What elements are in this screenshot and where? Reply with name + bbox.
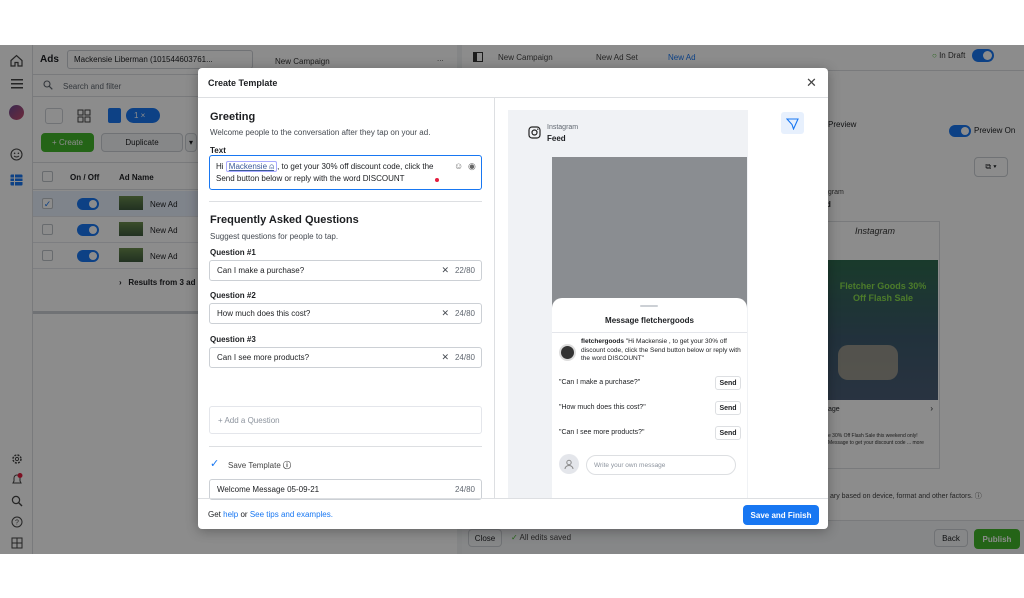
modal-title: Create Template [208, 78, 278, 88]
help-link[interactable]: help [223, 510, 238, 519]
get-label: Get [208, 510, 224, 519]
greeting-rest: , to get your 30% off discount code, cli… [277, 162, 434, 171]
send-filter-icon [786, 117, 799, 130]
send-label: Send [719, 404, 737, 412]
template-name-input[interactable]: Welcome Message 05-09-21 24/80 [209, 479, 482, 500]
name-token-label: Mackensie [228, 162, 268, 171]
template-form: Greeting Welcome people to the conversat… [198, 98, 495, 500]
save-and-finish-label: Save and Finish [750, 510, 812, 520]
save-template-text: Save Template [228, 461, 281, 470]
text-label: Text [210, 146, 226, 155]
send-button[interactable]: Send [715, 426, 741, 440]
quick-reply-text: "How much does this cost?" [559, 404, 646, 411]
message-preview: Instagram Feed Message fletchergoods fle… [508, 110, 748, 498]
send-label: Send [719, 429, 737, 437]
question-input[interactable]: Can I make a purchase? ✕ 22/80 [209, 260, 482, 281]
clear-icon[interactable]: ✕ [441, 308, 449, 319]
quick-reply-text: "Can I make a purchase?" [559, 379, 641, 386]
personalize-icon[interactable]: ◉ [468, 160, 476, 172]
send-button[interactable]: Send [715, 401, 741, 415]
quick-reply-text: "Can I see more products?" [559, 429, 645, 436]
add-question-button[interactable]: + Add a Question [209, 406, 482, 434]
question-label: Question #1 [210, 248, 256, 257]
divider [209, 201, 482, 202]
save-and-finish-button[interactable]: Save and Finish [743, 505, 819, 525]
quick-reply-row: "Can I make a purchase?" Send [552, 376, 747, 392]
message-input-placeholder: Write your own message [594, 462, 666, 469]
send-button[interactable]: Send [715, 376, 741, 390]
modal-header: Create Template ✕ [198, 68, 828, 98]
question-count: 24/80 [454, 309, 475, 318]
question-input[interactable]: How much does this cost? ✕ 24/80 [209, 303, 482, 324]
template-name-count: 24/80 [454, 485, 475, 494]
or-label: or [238, 510, 250, 519]
sheet-title: Message fletchergoods [605, 316, 694, 325]
save-template-checkbox[interactable]: ✓ [210, 458, 222, 470]
cursor-dot [435, 178, 439, 182]
tips-link[interactable]: See tips and examples. [250, 510, 333, 519]
question-label: Question #3 [210, 335, 256, 344]
sheet-handle [640, 305, 658, 307]
instagram-icon [528, 126, 541, 141]
question-label: Question #2 [210, 291, 256, 300]
phone-preview: Message fletchergoods fletchergoods "Hi … [552, 157, 747, 498]
question-value: Can I see more products? [217, 353, 310, 362]
faq-subtitle: Suggest questions for people to tap. [210, 232, 339, 241]
message-input[interactable]: Write your own message [586, 455, 736, 475]
quick-reply-row: "How much does this cost?" Send [552, 401, 747, 417]
emoji-icon[interactable]: ☺ [454, 160, 463, 172]
name-token[interactable]: Mackensie ⍝ [225, 161, 278, 172]
save-template-label: Save Template ⓘ [228, 460, 291, 471]
faq-title: Frequently Asked Questions [210, 214, 359, 226]
sender-avatar [559, 344, 576, 361]
quick-reply-row: "Can I see more products?" Send [552, 426, 747, 442]
footer-help-text: Get help or See tips and examples. [208, 510, 333, 519]
clear-icon[interactable]: ✕ [441, 352, 449, 363]
close-icon[interactable]: ✕ [806, 75, 817, 91]
info-icon[interactable]: ⓘ [283, 461, 291, 470]
platform-label: Instagram [547, 124, 579, 131]
question-count: 24/80 [454, 353, 475, 362]
question-count: 22/80 [454, 266, 475, 275]
user-avatar-icon [559, 454, 579, 474]
greeting-title: Greeting [210, 111, 256, 123]
question-input[interactable]: Can I see more products? ✕ 24/80 [209, 347, 482, 368]
sender-name: fletchergoods [581, 338, 624, 345]
greeting-text-input[interactable]: Hi Mackensie ⍝, to get your 30% off disc… [209, 155, 482, 190]
greeting-subtitle: Welcome people to the conversation after… [210, 128, 431, 137]
placement-label: Feed [547, 134, 566, 143]
create-template-modal: Create Template ✕ Greeting Welcome peopl… [198, 68, 828, 529]
add-question-label: + Add a Question [218, 416, 280, 425]
send-label: Send [719, 379, 737, 387]
clear-icon[interactable]: ✕ [441, 265, 449, 276]
question-value: Can I make a purchase? [217, 266, 305, 275]
filter-button[interactable] [781, 112, 804, 134]
greeting-bubble: fletchergoods "Hi Mackensie , to get you… [581, 338, 741, 364]
divider [552, 332, 747, 333]
greeting-prefix: Hi [216, 162, 224, 171]
divider [209, 446, 482, 447]
template-name-value: Welcome Message 05-09-21 [217, 485, 320, 494]
message-sheet: Message fletchergoods fletchergoods "Hi … [552, 298, 747, 498]
greeting-line2: Send button below or reply with the word… [216, 174, 405, 183]
question-value: How much does this cost? [217, 309, 311, 318]
modal-footer: Get help or See tips and examples. Save … [198, 498, 828, 529]
